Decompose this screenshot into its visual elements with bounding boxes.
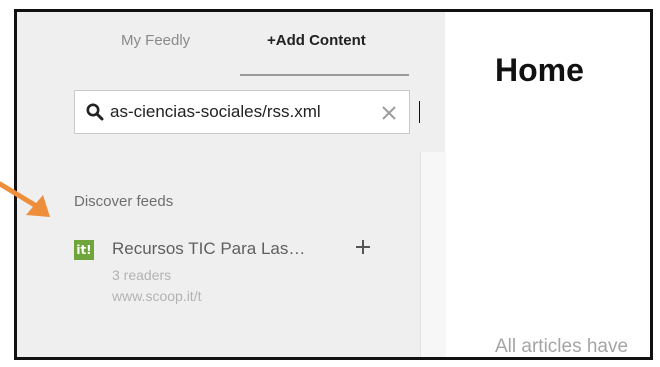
feed-item[interactable]: it! Recursos TIC Para Las… 3 readers www… bbox=[74, 237, 394, 317]
search-icon bbox=[86, 103, 104, 121]
search-input[interactable]: as-ciencias-sociales/rss.xml bbox=[74, 90, 420, 134]
feed-title[interactable]: Recursos TIC Para Las… bbox=[112, 239, 305, 259]
pointer-arrow-icon bbox=[0, 181, 50, 217]
panel-divider bbox=[420, 152, 446, 357]
text-caret bbox=[419, 101, 420, 123]
sidebar: My Feedly +Add Content as-ciencias-socia… bbox=[17, 12, 446, 357]
app-window: My Feedly +Add Content as-ciencias-socia… bbox=[14, 9, 653, 360]
page-title: Home bbox=[495, 52, 584, 88]
discover-feeds-heading: Discover feeds bbox=[74, 193, 174, 210]
tab-my-feedly[interactable]: My Feedly bbox=[121, 32, 190, 49]
empty-state-message: All articles have bbox=[495, 336, 629, 357]
tab-add-content[interactable]: +Add Content bbox=[267, 32, 366, 49]
feed-url: www.scoop.it/t bbox=[112, 288, 202, 304]
scoopit-logo-icon: it! bbox=[74, 240, 94, 260]
active-tab-indicator bbox=[240, 74, 409, 76]
plus-icon[interactable] bbox=[356, 240, 370, 254]
feed-readers: 3 readers bbox=[112, 267, 172, 283]
search-input-value[interactable]: as-ciencias-sociales/rss.xml bbox=[110, 102, 321, 122]
close-icon[interactable] bbox=[381, 105, 397, 121]
